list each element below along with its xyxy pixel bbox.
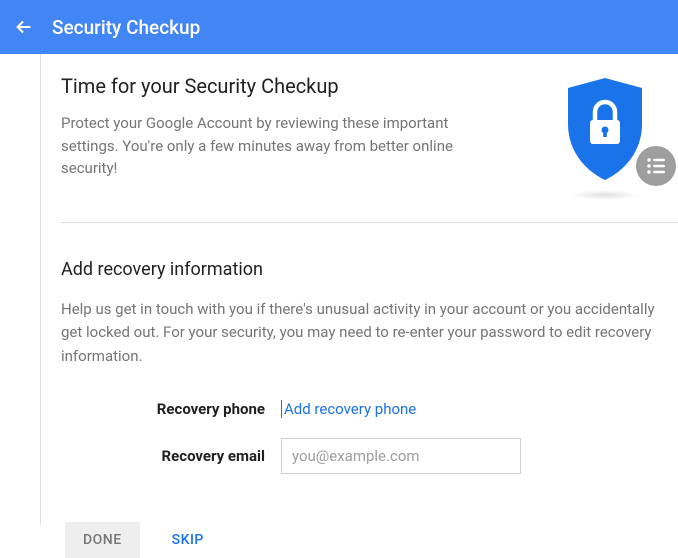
- add-recovery-phone-link[interactable]: Add recovery phone: [281, 400, 416, 418]
- recovery-phone-label: Recovery phone: [61, 400, 281, 418]
- skip-button[interactable]: SKIP: [168, 522, 208, 558]
- done-button[interactable]: DONE: [65, 522, 140, 558]
- intro-description: Protect your Google Account by reviewing…: [61, 112, 461, 180]
- recovery-email-label: Recovery email: [61, 447, 281, 465]
- recovery-email-input[interactable]: [281, 438, 521, 474]
- recovery-title: Add recovery information: [61, 259, 678, 280]
- recovery-description: Help us get in touch with you if there's…: [61, 298, 678, 368]
- recovery-section: Add recovery information Help us get in …: [61, 223, 678, 558]
- intro-title: Time for your Security Checkup: [61, 74, 540, 98]
- page-title: Security Checkup: [52, 16, 200, 39]
- list-icon: [636, 146, 676, 186]
- recovery-phone-row: Recovery phone Add recovery phone: [61, 400, 678, 418]
- security-illustration: [560, 74, 670, 194]
- intro-section: Time for your Security Checkup Protect y…: [61, 74, 678, 223]
- back-arrow-icon[interactable]: [12, 15, 36, 39]
- intro-text: Time for your Security Checkup Protect y…: [61, 74, 560, 180]
- shadow-decoration: [570, 190, 640, 200]
- main-content: Time for your Security Checkup Protect y…: [40, 54, 678, 525]
- app-header: Security Checkup: [0, 0, 678, 54]
- action-buttons: DONE SKIP: [61, 522, 678, 558]
- recovery-email-row: Recovery email: [61, 438, 678, 474]
